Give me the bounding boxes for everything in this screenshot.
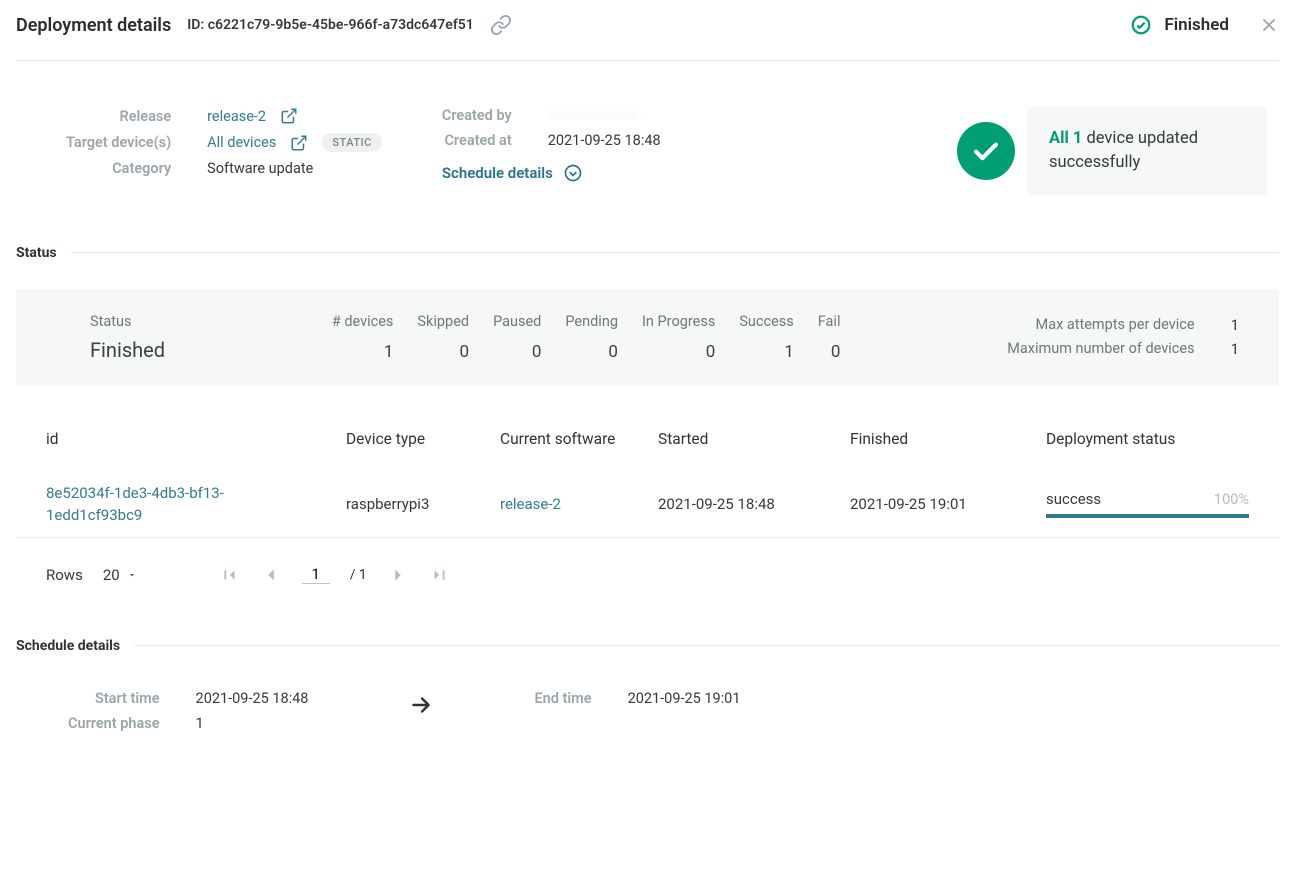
end-time-value: 2021-09-25 19:01 [628,690,741,707]
created-at-label: Created at [442,132,512,149]
static-badge: STATIC [322,133,381,152]
target-label: Target device(s) [66,134,171,151]
status-label: Finished [1164,15,1229,35]
status-count-label: # devices [332,313,394,330]
col-id: id [46,430,346,448]
first-page-icon[interactable] [218,564,240,586]
started-value: 2021-09-25 18:48 [658,495,850,513]
col-device-type: Device type [346,430,500,448]
start-time-value: 2021-09-25 18:48 [196,690,309,707]
rows-per-page-select[interactable]: 20 [103,566,138,584]
external-link-icon[interactable] [290,134,308,152]
last-page-icon[interactable] [429,564,451,586]
end-time-label: End time [534,690,591,707]
start-time-label: Start time [68,690,160,707]
next-page-icon[interactable] [387,564,409,586]
status-count-value: 0 [818,342,841,362]
device-id-link[interactable]: 8e52034f-1de3-4db3-bf13-1edd1cf93bc9 [46,482,256,527]
created-at-value: 2021-09-25 18:48 [548,132,661,149]
success-check-icon [957,122,1015,180]
col-current-software: Current software [500,430,658,448]
success-message: All 1 device updated successfully [1049,127,1245,175]
status-count-value: 0 [565,342,618,362]
arrow-right-icon [408,690,434,718]
schedule-details-toggle[interactable]: Schedule details [442,163,661,183]
status-count-col: In Progress 0 [630,313,727,362]
created-by-label: Created by [442,107,512,124]
category-label: Category [66,160,171,177]
status-col-value: Finished [90,338,165,362]
status-count-value: 0 [642,342,715,362]
col-started: Started [658,430,850,448]
deployment-id: ID: c6221c79-9b5e-45be-966f-a73dc647ef51 [187,17,474,33]
max-attempts-value: 1 [1231,316,1239,334]
current-phase-label: Current phase [68,715,160,732]
deployment-status-value: success [1046,490,1101,508]
finished-value: 2021-09-25 19:01 [850,495,1046,513]
prev-page-icon[interactable] [260,564,282,586]
col-deployment-status: Deployment status [1046,430,1249,448]
status-count-label: Success [739,313,793,330]
release-link[interactable]: release-2 [207,108,266,125]
status-count-label: Paused [493,313,541,330]
page-total: / 1 [350,567,367,583]
status-count-label: In Progress [642,313,715,330]
close-icon[interactable] [1259,15,1279,35]
table-row: 8e52034f-1de3-4db3-bf13-1edd1cf93bc9 ras… [16,458,1279,538]
current-phase-value: 1 [196,715,309,732]
page-title: Deployment details [16,15,171,36]
status-count-col: Fail 0 [806,313,853,362]
page-input[interactable] [302,565,330,584]
status-count-col: Skipped 0 [405,313,481,362]
status-count-label: Skipped [417,313,469,330]
max-devices-label: Maximum number of devices [1007,340,1194,358]
current-software-link[interactable]: release-2 [500,495,658,513]
copy-link-icon[interactable] [490,14,512,36]
status-count-col: # devices 1 [320,313,406,362]
status-count-value: 0 [493,342,541,362]
release-label: Release [66,108,171,125]
status-count-label: Fail [818,313,841,330]
status-count-col: Paused 0 [481,313,553,362]
check-circle-icon [1130,14,1152,36]
deployment-pct: 100% [1214,491,1249,508]
status-section-heading: Status [16,245,57,261]
status-count-col: Pending 0 [553,313,630,362]
external-link-icon[interactable] [280,107,298,125]
status-count-label: Pending [565,313,618,330]
col-finished: Finished [850,430,1046,448]
status-count-value: 1 [332,342,394,362]
created-by-value: ———————— [548,107,661,124]
status-count-col: Success 1 [727,313,805,362]
status-col-label: Status [90,313,165,330]
progress-bar [1046,514,1249,518]
category-value: Software update [207,160,382,177]
rows-label: Rows [46,566,83,584]
schedule-section-heading: Schedule details [16,638,120,654]
caret-down-icon [126,569,138,581]
device-type-value: raspberrypi3 [346,495,500,513]
target-link[interactable]: All devices [207,134,276,151]
status-count-value: 0 [417,342,469,362]
status-count-value: 1 [739,342,793,362]
max-devices-value: 1 [1231,340,1239,358]
chevron-down-circle-icon [563,163,583,183]
max-attempts-label: Max attempts per device [1007,316,1194,334]
